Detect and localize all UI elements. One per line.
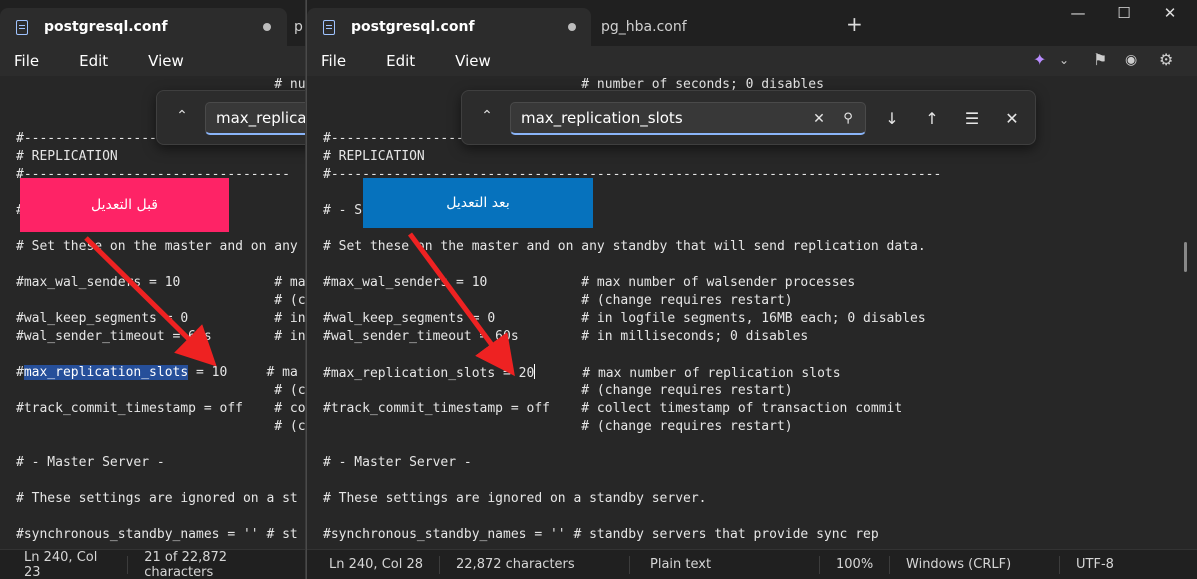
label-after: بعد التعديل [363,178,593,228]
code-line: # Set these on the master and on any sta… [323,239,926,254]
status-position: Ln 240, Col 23 [0,550,129,579]
tab-label: p [294,19,303,35]
tab-label: postgresql.conf [351,19,475,35]
code-content: # nu #-------------------- # REPLICATION #-… [16,76,305,544]
menu-edit[interactable]: Edit [53,52,122,70]
status-chars: 22,872 characters [440,555,631,574]
copilot-icon[interactable]: ✦ [1033,50,1046,69]
minimize-icon[interactable]: — [1055,4,1101,22]
title-bar: postgresql.conf pg_hba.conf + — ☐ ✕ [307,0,1197,46]
account-icon[interactable]: ◉ [1125,52,1137,68]
menu-file[interactable]: File [0,52,53,70]
arrow-up-icon[interactable]: ↑ [920,107,944,131]
search-icon[interactable]: ⚲ [836,107,860,131]
find-bar: ⌃ max_replica [156,90,305,145]
status-format[interactable]: Plain text [630,555,821,574]
tab-label: postgresql.conf [44,19,168,35]
search-input[interactable]: max_replica [205,102,305,135]
text-cursor [534,364,536,379]
code-line: #max_replication_slots = 10 # ma [16,365,298,380]
title-bar: postgresql.conf p [0,0,305,46]
menu-bar: File Edit View [0,46,305,76]
code-line: #synchronous_standby_names = '' # st [16,527,298,542]
status-position: Ln 240, Col 28 [307,555,441,574]
code-line: # (change requires restart) [323,419,793,434]
search-match: max_replication_slots [23,365,189,380]
code-line: # REPLICATION [16,149,118,164]
tab-postgresql-conf[interactable]: postgresql.conf [0,8,287,46]
share-icon[interactable]: ⚑ [1093,50,1107,69]
notepad-window-before: postgresql.conf p File Edit View # nu #--… [0,0,306,579]
tab-postgresql-conf[interactable]: postgresql.conf [307,8,591,46]
code-line: # These settings are ignored on a standb… [323,491,707,506]
menu-view[interactable]: View [429,52,505,70]
status-bar: Ln 240, Col 23 21 of 22,872 characters [0,549,305,579]
file-icon [323,19,335,35]
code-line: #synchronous_standby_names = '' # standb… [323,527,879,542]
tab-label: pg_hba.conf [601,19,687,35]
text-editor[interactable]: # number of seconds; 0 disables#--------… [307,76,1197,549]
chevron-up-icon[interactable]: ⌃ [171,105,193,127]
code-line: # Set these on the master and on any [16,239,298,254]
code-line: # REPLICATION [323,149,425,164]
menu-view[interactable]: View [122,52,198,70]
code-line: #wal_keep_segments = 0 # in [16,311,305,326]
arrow-down-icon[interactable]: ↓ [880,107,904,131]
code-line: # These settings are ignored on a st [16,491,298,506]
chevron-up-icon[interactable]: ⌃ [476,105,498,127]
menu-edit[interactable]: Edit [360,52,429,70]
options-icon[interactable]: ☰ [960,107,984,131]
code-line: #max_wal_senders = 10 # ma [16,275,305,290]
maximize-icon[interactable]: ☐ [1101,4,1147,22]
code-line: # (c [16,383,305,398]
settings-icon[interactable]: ⚙ [1159,50,1173,69]
code-line: # (change requires restart) [323,293,793,308]
status-encoding[interactable]: UTF-8 [1060,556,1130,574]
tab-second[interactable]: p [294,8,305,46]
tab-pg-hba-conf[interactable]: pg_hba.conf [601,8,801,46]
status-bar: Ln 240, Col 28 22,872 characters Plain t… [307,549,1197,579]
code-line: #track_commit_timestamp = off # co [16,401,305,416]
code-line: #max_wal_senders = 10 # max number of wa… [323,275,856,290]
label-before: قبل التعديل [20,178,229,232]
menu-file[interactable]: File [307,52,360,70]
text-editor[interactable]: # nu #-------------------- # REPLICATION #-… [0,76,305,549]
close-dot-icon[interactable] [568,23,576,31]
status-chars: 21 of 22,872 characters [144,549,228,579]
status-line-ending[interactable]: Windows (CRLF) [890,555,1061,574]
scrollbar-thumb[interactable] [1184,242,1187,272]
code-content: # number of seconds; 0 disables#--------… [323,76,941,544]
code-line: #wal_sender_timeout = 60s # in [16,329,305,344]
find-bar: ⌃ max_replication_slots ✕ ⚲ ↓ ↑ ☰ ✕ [461,90,1036,145]
clear-icon[interactable]: ✕ [807,107,831,131]
code-line: # - Master Server - [16,455,165,470]
code-line: #wal_sender_timeout = 60s # in milliseco… [323,329,809,344]
file-icon [16,19,28,35]
plus-icon[interactable]: + [846,12,863,36]
close-icon[interactable]: ✕ [1147,4,1193,22]
code-line: #max_replication_slots = 20 # max number… [323,364,841,381]
code-line: # - Master Server - [323,455,472,470]
notepad-window-after: postgresql.conf pg_hba.conf + — ☐ ✕ File… [306,0,1197,579]
code-line: #track_commit_timestamp = off # collect … [323,401,903,416]
code-line: #wal_keep_segments = 0 # in logfile segm… [323,311,926,326]
code-line: # (change requires restart) [323,383,793,398]
code-line: # (c [16,419,305,434]
close-dot-icon[interactable] [263,23,271,31]
code-line: # (c [16,293,305,308]
status-zoom[interactable]: 100% [820,555,891,574]
chevron-down-icon[interactable]: ⌄ [1059,53,1069,67]
close-icon[interactable]: ✕ [1000,107,1024,131]
